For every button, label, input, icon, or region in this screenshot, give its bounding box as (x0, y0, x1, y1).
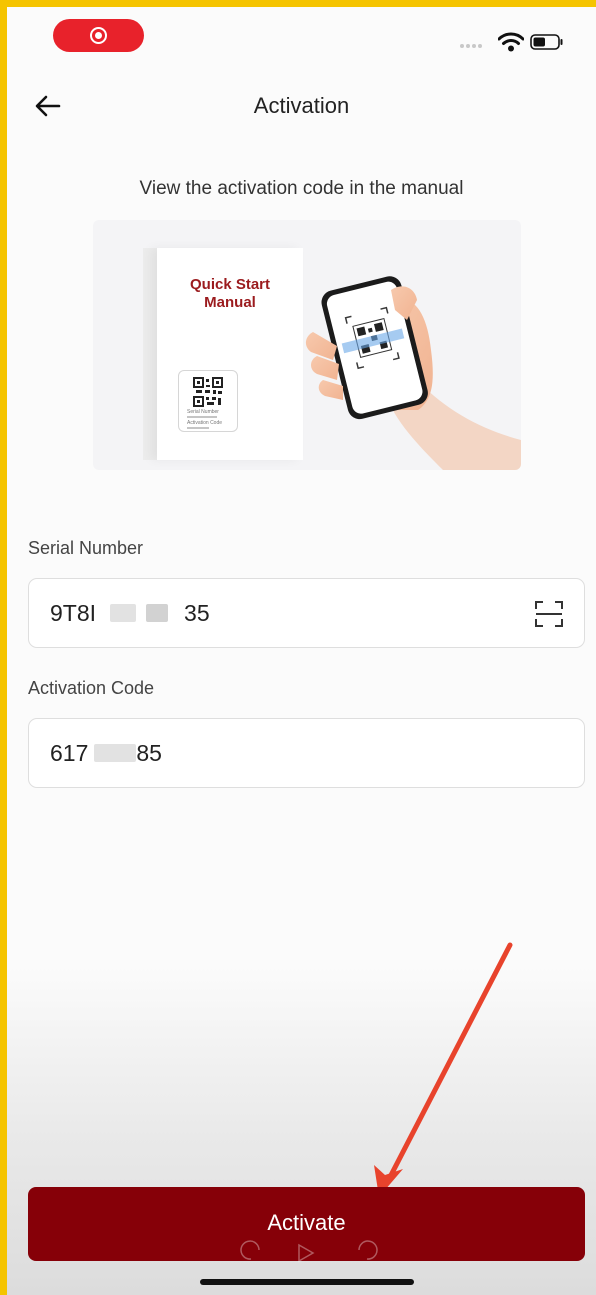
card-code-label: Activation Code (187, 420, 223, 426)
video-player-controls (240, 1240, 378, 1263)
card-line (187, 416, 217, 418)
hand-holding-phone-graphic (305, 276, 521, 470)
screen-recording-indicator[interactable] (53, 19, 144, 52)
quick-start-manual-graphic: Quick Start Manual Serial Number Activat… (157, 248, 303, 460)
activation-code-prefix: 617 (50, 739, 89, 766)
qr-code-icon (193, 377, 223, 407)
card-serial-label: Serial Number (187, 409, 219, 415)
serial-number-suffix: 35 (184, 599, 210, 626)
app-screen: Activation View the activation code in t… (7, 7, 596, 1295)
activation-code-field[interactable]: 617 85 (28, 718, 585, 788)
serial-number-field[interactable]: 9T8I 35 (28, 578, 585, 648)
page-title: Activation (253, 93, 350, 118)
cellular-signal-icon (460, 44, 482, 48)
manual-qr-card: Serial Number Activation Code (178, 370, 238, 432)
home-indicator[interactable] (200, 1279, 414, 1285)
manual-spine (143, 248, 157, 460)
manual-title-line2: Manual (204, 294, 256, 311)
manual-title-line1: Quick Start (189, 276, 271, 293)
scan-icon[interactable] (534, 600, 564, 628)
redacted-block (110, 604, 137, 622)
activation-code-suffix: 85 (136, 739, 162, 766)
activation-code-label: Activation Code (28, 678, 155, 698)
wifi-icon (498, 32, 524, 52)
serial-number-label: Serial Number (28, 538, 144, 558)
manual-title: Quick Start Manual (157, 276, 303, 312)
manual-illustration: Quick Start Manual Serial Number Activat… (93, 220, 521, 470)
record-icon (90, 27, 107, 44)
instruction-text: View the activation code in the manual (139, 178, 464, 199)
card-line (187, 427, 209, 429)
serial-number-prefix: 9T8I (50, 599, 97, 626)
battery-icon (530, 34, 563, 50)
redacted-block (94, 744, 137, 762)
redacted-block (146, 604, 169, 622)
